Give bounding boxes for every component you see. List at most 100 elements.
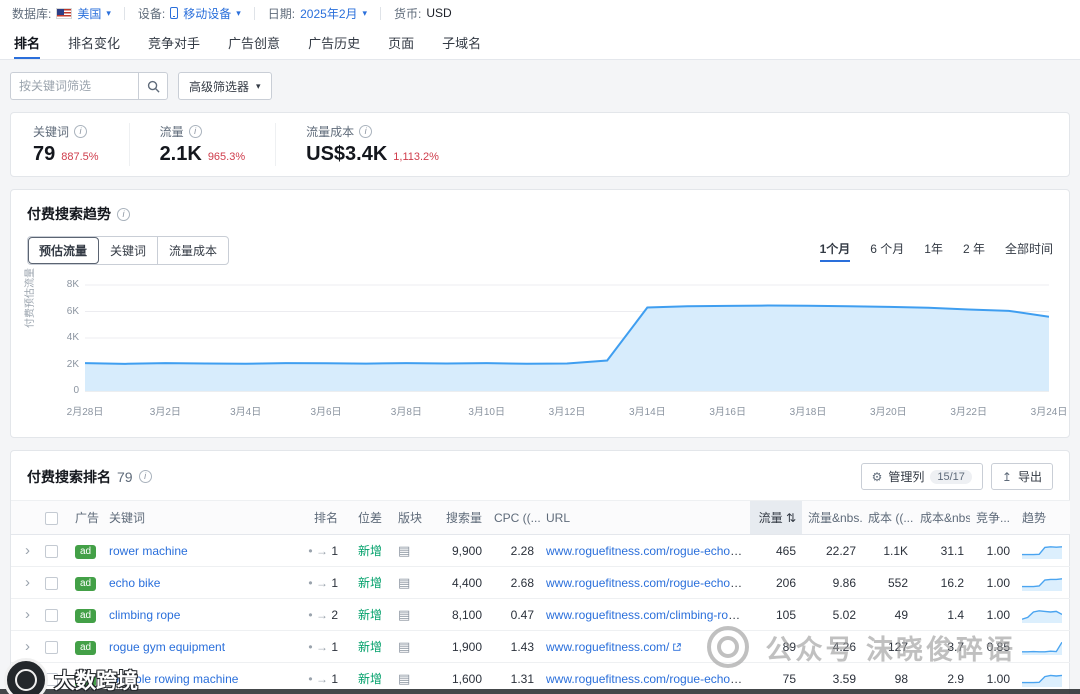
info-icon[interactable]: i: [74, 125, 88, 138]
row-checkbox[interactable]: [45, 608, 58, 622]
header-url[interactable]: URL: [540, 500, 750, 535]
ad-badge[interactable]: ad: [75, 672, 97, 687]
header-select-all: [39, 500, 69, 535]
database-selector[interactable]: 数据库: 美国 ▾: [12, 5, 111, 22]
segment-keywords[interactable]: 关键词: [99, 237, 159, 264]
url-link[interactable]: www.roguefitness.com/rogue-echo-bike: [546, 576, 750, 590]
header-serp[interactable]: 版块: [392, 500, 428, 535]
info-icon[interactable]: i: [188, 125, 202, 138]
rank-from: •: [308, 543, 313, 558]
range-1-month[interactable]: 1个月: [819, 240, 851, 262]
url-link[interactable]: www.roguefitness.com/rogue-echo-rower: [546, 544, 750, 558]
header-cpc[interactable]: CPC ((...: [488, 500, 540, 535]
position-diff: 新增: [358, 608, 383, 622]
row-checkbox[interactable]: [45, 576, 58, 590]
keyword-link[interactable]: foldable rowing machine: [109, 672, 238, 686]
row-checkbox[interactable]: [45, 672, 58, 686]
header-keyword[interactable]: 关键词: [103, 500, 288, 535]
header-cost-pct[interactable]: 成本&nbs...: [914, 500, 970, 535]
ad-badge[interactable]: ad: [75, 608, 97, 623]
expand-row-icon[interactable]: ›: [17, 670, 30, 687]
topbar: 数据库: 美国 ▾ 设备: 移动设备 ▾ 日期: 2025年2月 ▾ 货币: U…: [0, 0, 1080, 26]
serp-features-icon[interactable]: ▤: [398, 543, 410, 558]
search-button[interactable]: [138, 72, 168, 100]
serp-features-icon[interactable]: ▤: [398, 575, 410, 590]
x-tick-label: 3月24日: [1030, 407, 1068, 418]
info-icon[interactable]: i: [138, 470, 152, 483]
date-selector[interactable]: 日期: 2025年2月 ▾: [268, 5, 367, 22]
header-position[interactable]: 排名: [288, 500, 352, 535]
tab-pages[interactable]: 页面: [388, 26, 414, 59]
keyword-link[interactable]: rower machine: [109, 544, 188, 558]
device-selector[interactable]: 设备: 移动设备 ▾: [138, 5, 241, 22]
currency-value: USD: [426, 6, 452, 20]
x-tick-label: 3月16日: [709, 407, 746, 418]
trend-sparkline: [1022, 609, 1062, 623]
keyword-link[interactable]: echo bike: [109, 576, 160, 590]
ad-badge[interactable]: ad: [75, 640, 97, 655]
gear-icon: ⚙: [871, 469, 883, 484]
serp-features-icon[interactable]: ▤: [398, 671, 410, 686]
info-icon[interactable]: i: [117, 207, 130, 221]
summary-stats: 关键词 i 79 887.5% 流量 i 2.1K 965.3% 流量成本 i …: [10, 112, 1070, 177]
competition-value: 0.85: [970, 630, 1016, 663]
header-ad[interactable]: 广告: [69, 500, 103, 535]
header-volume[interactable]: 搜索量: [428, 500, 488, 535]
header-cost[interactable]: 成本 ((...: [862, 500, 914, 535]
keyword-link[interactable]: rogue gym equipment: [109, 640, 225, 654]
tab-competitors[interactable]: 竞争对手: [148, 26, 200, 59]
stat-keywords-label: 关键词: [33, 125, 70, 139]
header-competition[interactable]: 竞争...: [970, 500, 1016, 535]
range-all-time[interactable]: 全部时间: [1005, 240, 1053, 262]
url-link[interactable]: www.roguefitness.com/: [546, 640, 669, 654]
url-link[interactable]: www.roguefitness.com/rogue-echo-rower: [546, 672, 750, 686]
expand-row-icon[interactable]: ›: [17, 638, 30, 655]
header-traffic-pct[interactable]: 流量&nbs...: [802, 500, 862, 535]
y-tick-label: 6K: [66, 305, 79, 317]
serp-features-icon[interactable]: ▤: [398, 639, 410, 654]
url-link[interactable]: www.roguefitness.com/climbing-ropes: [546, 608, 747, 622]
export-button[interactable]: ↥ 导出: [990, 463, 1053, 490]
expand-row-icon[interactable]: ›: [17, 574, 30, 591]
tab-position-changes[interactable]: 排名变化: [68, 26, 120, 59]
info-icon[interactable]: i: [359, 125, 373, 138]
range-2-years[interactable]: 2 年: [963, 240, 985, 262]
keyword-filter-input[interactable]: [10, 72, 138, 100]
trend-area-chart: [85, 281, 1049, 397]
expand-row-icon[interactable]: ›: [17, 606, 30, 623]
rank-from: •: [308, 639, 313, 654]
rank-from: •: [308, 671, 313, 686]
device-label: 设备:: [137, 6, 166, 21]
range-6-months[interactable]: 6 个月: [870, 240, 904, 262]
stat-traffic-label: 流量: [159, 125, 184, 139]
table-row[interactable]: › ad echo bike • → 1 新增 ▤ 4,400 2.68 www…: [11, 566, 1070, 599]
tab-subdomains[interactable]: 子域名: [442, 26, 481, 59]
y-tick-label: 4K: [66, 332, 79, 343]
range-1-year[interactable]: 1年: [924, 240, 943, 262]
search-volume: 9,900: [428, 534, 488, 567]
advanced-filters-button[interactable]: 高级筛选器 ▾: [178, 72, 272, 100]
competition-value: 1.00: [970, 534, 1016, 567]
tab-ads-history[interactable]: 广告历史: [308, 26, 360, 59]
divider: [380, 6, 382, 20]
table-row[interactable]: › ad climbing rope • → 2 新增 ▤ 8,100 0.47…: [11, 598, 1070, 631]
table-row[interactable]: › ad rogue gym equipment • → 1 新增 ▤ 1,90…: [11, 630, 1070, 663]
row-checkbox[interactable]: [45, 544, 58, 558]
segment-estimated-traffic[interactable]: 预估流量: [28, 237, 100, 264]
tab-positions[interactable]: 排名: [14, 26, 41, 59]
header-diff[interactable]: 位差: [352, 500, 392, 535]
row-checkbox[interactable]: [45, 640, 58, 654]
keyword-link[interactable]: climbing rope: [109, 608, 180, 622]
traffic-percent: 4.26: [802, 630, 862, 663]
ad-badge[interactable]: ad: [75, 576, 97, 591]
select-all-checkbox[interactable]: [45, 511, 58, 525]
manage-columns-button[interactable]: ⚙ 管理列 15/17: [860, 463, 983, 490]
table-row[interactable]: › ad rower machine • → 1 新增 ▤ 9,900 2.28…: [11, 534, 1070, 567]
serp-features-icon[interactable]: ▤: [398, 607, 410, 622]
tab-ad-copies[interactable]: 广告创意: [228, 26, 280, 59]
ad-badge[interactable]: ad: [75, 544, 97, 559]
segment-traffic-cost[interactable]: 流量成本: [158, 237, 228, 264]
header-traffic-sorted[interactable]: 流量 ⇅: [750, 500, 802, 535]
filter-row: 高级筛选器 ▾: [10, 72, 1070, 100]
expand-row-icon[interactable]: ›: [17, 542, 30, 559]
